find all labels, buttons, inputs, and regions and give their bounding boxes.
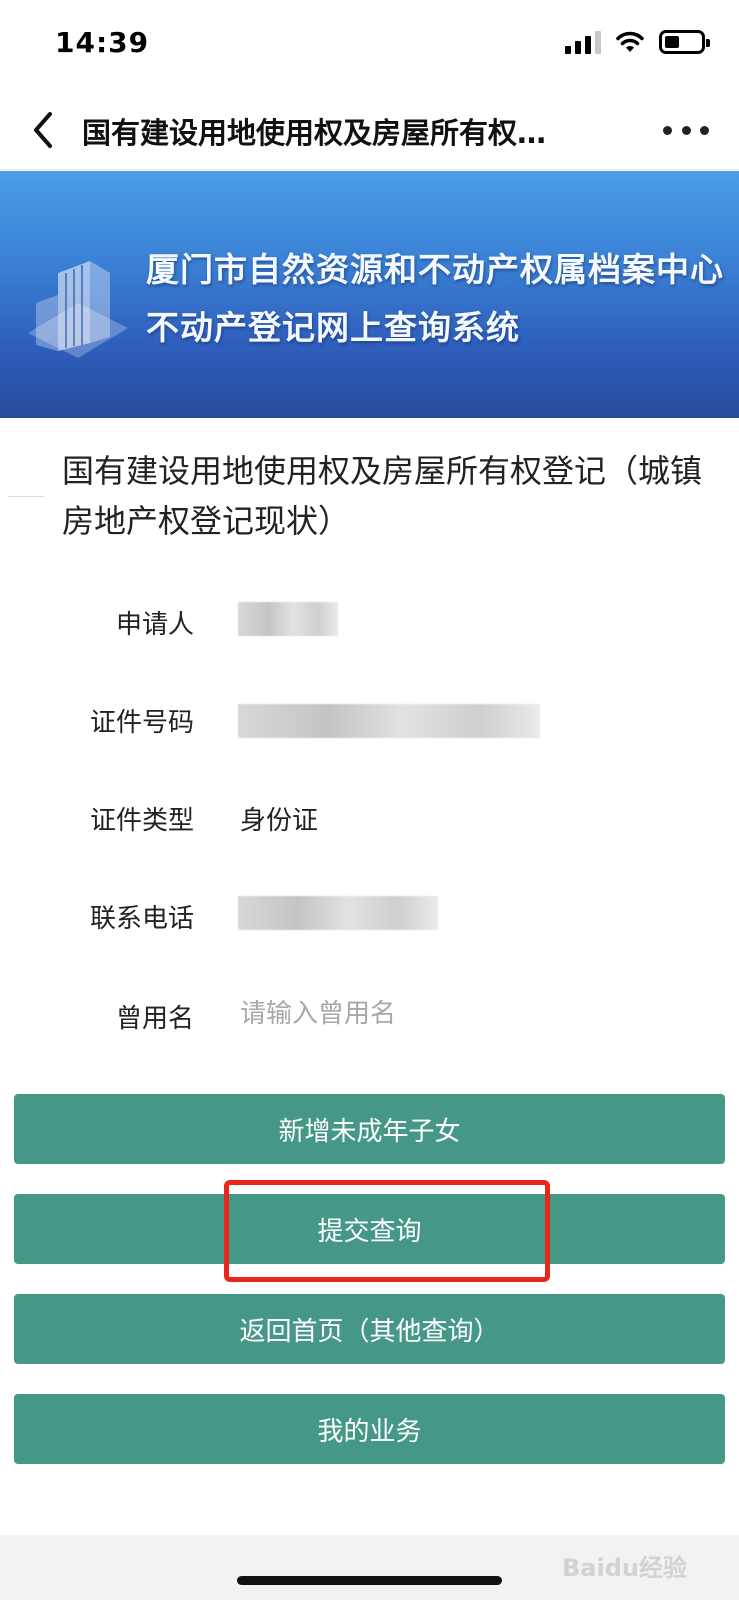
phone-value-redacted bbox=[238, 896, 438, 930]
former-name-label: 曾用名 bbox=[115, 1004, 194, 1034]
id-type-value: 身份证 bbox=[240, 806, 319, 836]
former-name-input[interactable] bbox=[240, 992, 660, 1036]
back-home-button[interactable]: 返回首页（其他查询） bbox=[14, 1294, 725, 1364]
nav-bar: 国有建设用地使用权及房屋所有权… bbox=[0, 90, 739, 170]
form-row-id-number: 证件号码 bbox=[0, 694, 739, 744]
applicant-label: 申请人 bbox=[115, 610, 194, 640]
phone-label: 联系电话 bbox=[89, 904, 194, 934]
baidu-watermark: Baidu经验 bbox=[562, 1554, 687, 1582]
divider bbox=[8, 496, 44, 497]
applicant-value-redacted bbox=[238, 602, 338, 636]
id-number-label: 证件号码 bbox=[89, 708, 194, 738]
form-row-id-type: 证件类型 身份证 bbox=[0, 792, 739, 842]
id-type-label: 证件类型 bbox=[89, 806, 194, 836]
highlight-box bbox=[224, 1180, 550, 1282]
battery-icon bbox=[659, 30, 710, 54]
wifi-icon bbox=[616, 31, 644, 52]
status-icons bbox=[565, 30, 710, 54]
header-banner: 厦门市自然资源和不动产权属档案中心 不动产登记网上查询系统 bbox=[0, 171, 739, 418]
back-icon[interactable] bbox=[26, 108, 62, 152]
banner-subtitle: 不动产登记网上查询系统 bbox=[146, 308, 520, 347]
form-row-applicant: 申请人 bbox=[0, 596, 739, 646]
building-icon bbox=[28, 261, 128, 358]
add-minor-child-button[interactable]: 新增未成年子女 bbox=[14, 1094, 725, 1164]
id-number-value-redacted bbox=[238, 704, 540, 738]
status-time: 14:39 bbox=[55, 26, 150, 59]
status-bar: 14:39 bbox=[0, 0, 739, 90]
nav-title: 国有建设用地使用权及房屋所有权… bbox=[82, 116, 547, 150]
more-icon[interactable] bbox=[663, 116, 709, 144]
home-indicator[interactable] bbox=[237, 1576, 502, 1585]
page-title: 国有建设用地使用权及房屋所有权登记（城镇房地产权登记现状） bbox=[62, 452, 703, 540]
my-business-button[interactable]: 我的业务 bbox=[14, 1394, 725, 1464]
form-row-former-name: 曾用名 bbox=[0, 990, 739, 1040]
banner-title: 厦门市自然资源和不动产权属档案中心 bbox=[146, 250, 724, 289]
form-row-phone: 联系电话 bbox=[0, 890, 739, 940]
cellular-signal-icon bbox=[565, 30, 601, 54]
